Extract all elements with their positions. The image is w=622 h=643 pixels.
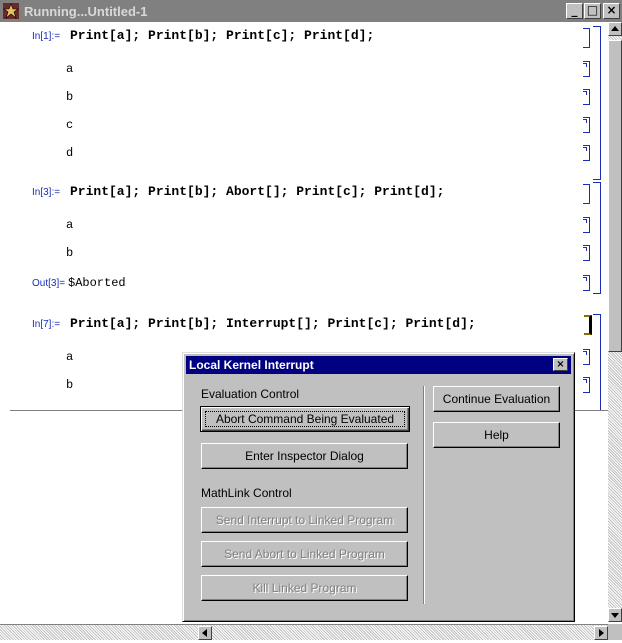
enter-inspector-button[interactable]: Enter Inspector Dialog bbox=[201, 443, 408, 469]
cell-bracket[interactable] bbox=[583, 349, 590, 365]
print-text: b bbox=[66, 246, 74, 260]
group-bracket[interactable] bbox=[593, 26, 601, 180]
arrow-right-icon bbox=[599, 629, 604, 637]
input-cell-running[interactable]: In[7]:= Print[a]; Print[b]; Interrupt[];… bbox=[0, 316, 608, 336]
cell-bracket[interactable] bbox=[583, 61, 590, 77]
print-cell: d bbox=[0, 146, 608, 166]
arrow-down-icon bbox=[611, 613, 619, 618]
scroll-down-button[interactable] bbox=[608, 608, 622, 622]
help-label: Help bbox=[484, 428, 509, 442]
print-text: a bbox=[66, 218, 74, 232]
output-cell: Out[3]= $Aborted bbox=[0, 276, 608, 296]
dialog-divider bbox=[423, 386, 425, 604]
output-text: $Aborted bbox=[68, 276, 126, 290]
cell-label: In[1]:= bbox=[32, 31, 61, 42]
print-cell: c bbox=[0, 118, 608, 138]
vertical-scrollbar[interactable] bbox=[608, 22, 622, 622]
continue-evaluation-button[interactable]: Continue Evaluation bbox=[433, 386, 560, 412]
scroll-right-button[interactable] bbox=[594, 626, 608, 640]
send-interrupt-label: Send Interrupt to Linked Program bbox=[215, 513, 394, 527]
running-cell-bracket[interactable] bbox=[584, 315, 592, 335]
continue-evaluation-label: Continue Evaluation bbox=[442, 392, 551, 406]
print-text: a bbox=[66, 62, 74, 76]
send-abort-label: Send Abort to Linked Program bbox=[224, 547, 385, 561]
arrow-up-icon bbox=[611, 26, 619, 31]
send-interrupt-button[interactable]: Send Interrupt to Linked Program bbox=[201, 507, 408, 533]
dialog-title: Local Kernel Interrupt bbox=[189, 358, 314, 372]
cell-bracket[interactable] bbox=[583, 117, 590, 133]
window-title-bar[interactable]: Running...Untitled-1 _ □ × bbox=[0, 0, 622, 22]
enter-inspector-label: Enter Inspector Dialog bbox=[245, 449, 364, 463]
cell-label: In[3]:= bbox=[32, 187, 61, 198]
cell-bracket[interactable] bbox=[583, 145, 590, 161]
input-cell[interactable]: In[3]:= Print[a]; Print[b]; Abort[]; Pri… bbox=[0, 184, 608, 204]
abort-command-button[interactable]: Abort Command Being Evaluated bbox=[200, 406, 410, 432]
scroll-left-button[interactable] bbox=[198, 626, 212, 640]
cell-bracket[interactable] bbox=[583, 28, 590, 48]
group-bracket[interactable] bbox=[593, 182, 601, 294]
input-code[interactable]: Print[a]; Print[b]; Interrupt[]; Print[c… bbox=[70, 316, 476, 331]
abort-command-label: Abort Command Being Evaluated bbox=[215, 412, 395, 426]
dialog-title-bar[interactable]: Local Kernel Interrupt × bbox=[186, 356, 571, 374]
kernel-interrupt-dialog: Local Kernel Interrupt × Evaluation Cont… bbox=[182, 352, 575, 622]
kill-linked-program-button[interactable]: Kill Linked Program bbox=[201, 575, 408, 601]
help-button[interactable]: Help bbox=[433, 422, 560, 448]
mathlink-control-label: MathLink Control bbox=[201, 486, 292, 500]
print-cell: b bbox=[0, 246, 608, 266]
print-cell: a bbox=[0, 218, 608, 238]
evaluation-control-label: Evaluation Control bbox=[201, 387, 300, 401]
minimize-button[interactable]: _ bbox=[566, 3, 583, 19]
print-text: b bbox=[66, 90, 74, 104]
minimize-icon: _ bbox=[571, 3, 578, 17]
input-code[interactable]: Print[a]; Print[b]; Abort[]; Print[c]; P… bbox=[70, 184, 444, 199]
notebook-window: Running...Untitled-1 _ □ × In[1]:= Print… bbox=[0, 0, 622, 640]
mathematica-app-icon bbox=[2, 2, 20, 20]
cell-bracket[interactable] bbox=[583, 184, 590, 204]
print-text: c bbox=[66, 118, 74, 132]
cell-bracket[interactable] bbox=[583, 217, 590, 233]
input-code[interactable]: Print[a]; Print[b]; Print[c]; Print[d]; bbox=[70, 28, 374, 43]
dialog-close-button[interactable]: × bbox=[553, 358, 568, 371]
cell-bracket[interactable] bbox=[583, 89, 590, 105]
input-cell[interactable]: In[1]:= Print[a]; Print[b]; Print[c]; Pr… bbox=[0, 28, 608, 48]
cell-bracket[interactable] bbox=[583, 377, 590, 393]
print-text: b bbox=[66, 378, 74, 392]
close-icon: × bbox=[556, 359, 565, 370]
print-cell: b bbox=[0, 90, 608, 110]
vertical-scroll-thumb[interactable] bbox=[608, 40, 622, 352]
close-button[interactable]: × bbox=[603, 3, 620, 19]
arrow-left-icon bbox=[202, 629, 207, 637]
window-title: Running...Untitled-1 bbox=[24, 3, 148, 19]
send-abort-button[interactable]: Send Abort to Linked Program bbox=[201, 541, 408, 567]
scrollbar-corner bbox=[608, 624, 622, 640]
close-icon: × bbox=[606, 3, 617, 17]
scroll-up-button[interactable] bbox=[608, 22, 622, 36]
print-cell: a bbox=[0, 62, 608, 82]
maximize-icon: □ bbox=[586, 3, 599, 17]
cell-label: Out[3]= bbox=[32, 278, 66, 289]
cell-bracket[interactable] bbox=[583, 245, 590, 261]
print-text: a bbox=[66, 350, 74, 364]
maximize-button[interactable]: □ bbox=[584, 3, 601, 19]
horizontal-scrollbar[interactable] bbox=[0, 624, 608, 640]
group-bracket[interactable] bbox=[593, 314, 601, 410]
print-text: d bbox=[66, 146, 74, 160]
cell-bracket[interactable] bbox=[583, 275, 590, 291]
kill-linked-program-label: Kill Linked Program bbox=[252, 581, 357, 595]
cell-label: In[7]:= bbox=[32, 319, 61, 330]
